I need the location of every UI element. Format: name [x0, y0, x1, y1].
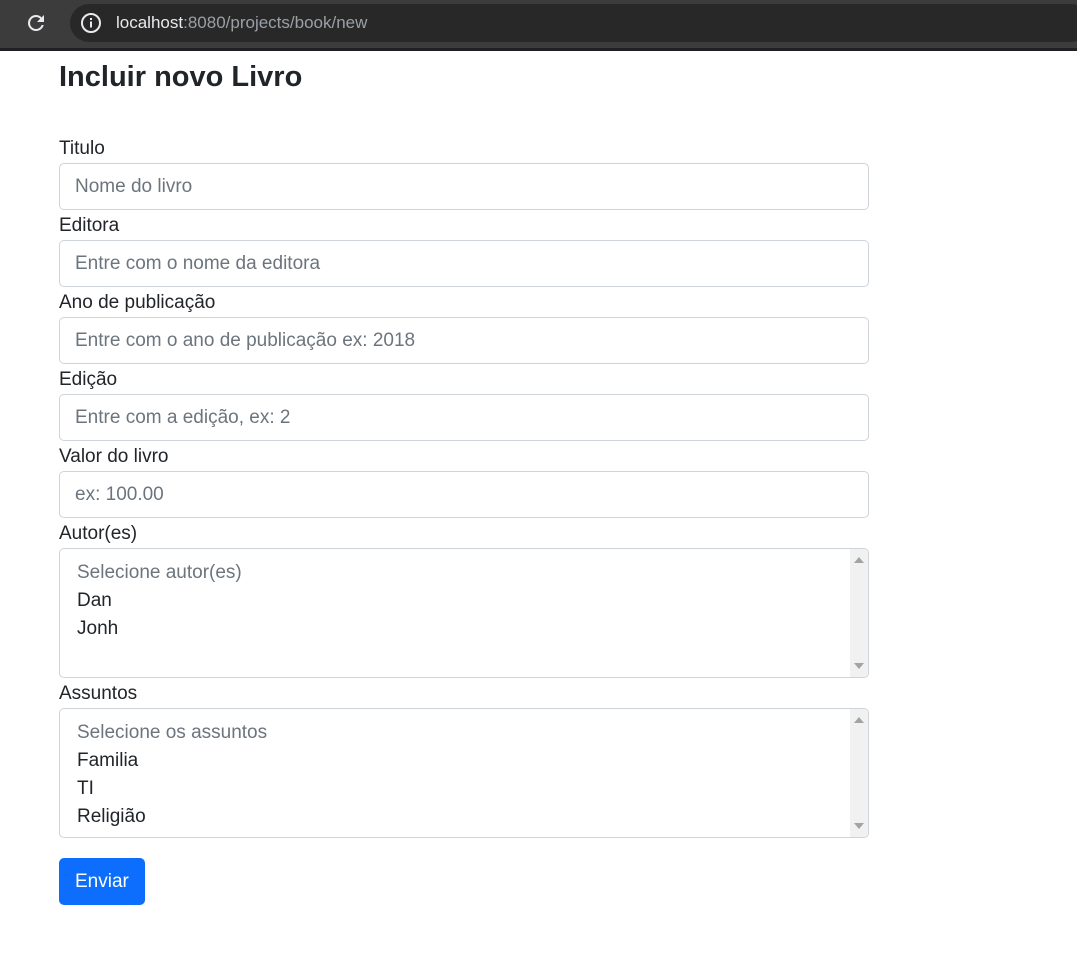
ano-publicacao-input[interactable]: [59, 317, 869, 364]
scroll-down-arrow-icon[interactable]: [854, 823, 864, 829]
assuntos-option-list: Selecione os assuntos Familia TI Religiã…: [77, 719, 267, 831]
editora-label: Editora: [59, 215, 120, 236]
autores-option-list: Selecione autor(es) Dan Jonh: [77, 559, 242, 643]
assuntos-select[interactable]: Selecione os assuntos Familia TI Religiã…: [59, 708, 869, 838]
ano-publicacao-label: Ano de publicação: [59, 292, 216, 313]
autores-select[interactable]: Selecione autor(es) Dan Jonh: [59, 548, 869, 678]
page-title: Incluir novo Livro: [59, 61, 303, 93]
url-host: localhost: [116, 13, 184, 32]
assuntos-option[interactable]: TI: [77, 775, 267, 803]
assuntos-option[interactable]: Religião: [77, 803, 267, 831]
titulo-label: Titulo: [59, 138, 105, 159]
titulo-input[interactable]: [59, 163, 869, 210]
assuntos-option[interactable]: Familia: [77, 747, 267, 775]
url-text[interactable]: localhost:8080/projects/book/new: [116, 12, 367, 34]
autores-option[interactable]: Jonh: [77, 615, 242, 643]
scroll-up-arrow-icon[interactable]: [854, 557, 864, 563]
scroll-down-arrow-icon[interactable]: [854, 663, 864, 669]
assuntos-label: Assuntos: [59, 683, 138, 704]
browser-toolbar: localhost:8080/projects/book/new: [0, 0, 1077, 51]
url-path: :8080/projects/book/new: [183, 13, 368, 32]
valor-input[interactable]: [59, 471, 869, 518]
autores-scrollbar[interactable]: [850, 549, 868, 677]
editora-input[interactable]: [59, 240, 869, 287]
edicao-input[interactable]: [59, 394, 869, 441]
assuntos-option-placeholder[interactable]: Selecione os assuntos: [77, 719, 267, 747]
edicao-label: Edição: [59, 369, 118, 390]
submit-button[interactable]: Enviar: [59, 858, 145, 905]
autores-option[interactable]: Dan: [77, 587, 242, 615]
scroll-up-arrow-icon[interactable]: [854, 717, 864, 723]
reload-icon[interactable]: [24, 11, 48, 35]
assuntos-scrollbar[interactable]: [850, 709, 868, 837]
autores-label: Autor(es): [59, 523, 138, 544]
autores-option-placeholder[interactable]: Selecione autor(es): [77, 559, 242, 587]
valor-label: Valor do livro: [59, 446, 169, 467]
site-info-icon[interactable]: [80, 12, 102, 34]
